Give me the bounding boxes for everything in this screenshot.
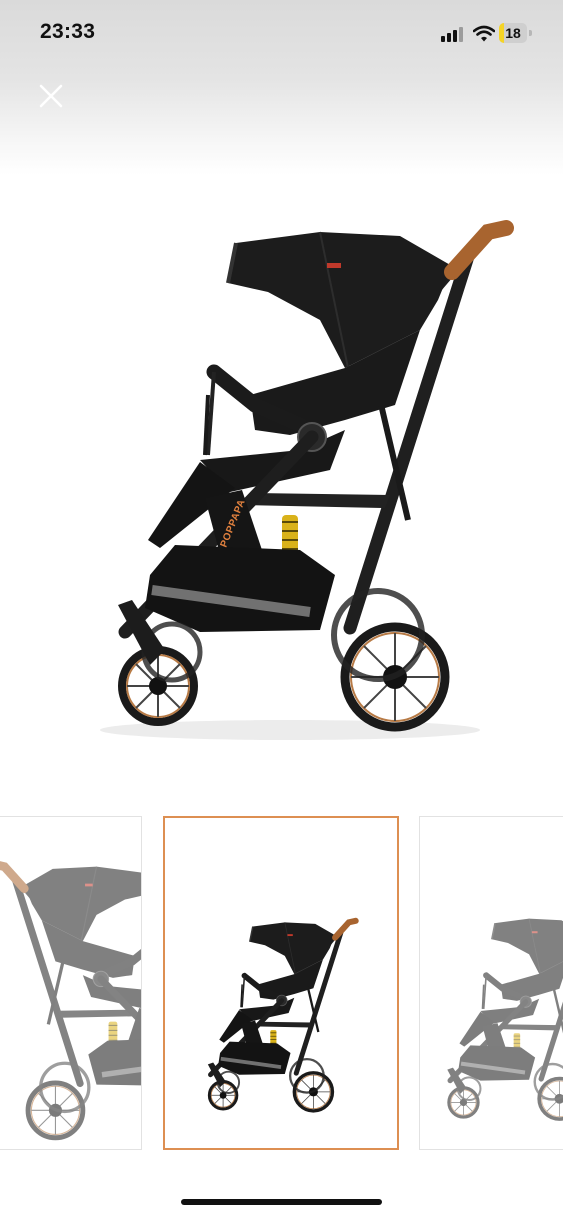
stroller-image: POPPAPA — [100, 170, 563, 740]
status-icons: 18 — [441, 21, 541, 45]
status-time: 23:33 — [40, 20, 96, 43]
thumbnail-strip — [0, 816, 563, 1152]
cellular-signal-icon — [441, 27, 463, 42]
status-bar: 23:33 18 — [0, 0, 563, 66]
wifi-icon — [473, 25, 495, 42]
home-indicator[interactable] — [181, 1199, 382, 1205]
thumbnail-1-image — [0, 817, 142, 1150]
main-product-image[interactable]: POPPAPA — [0, 170, 563, 800]
thumbnail-2-image — [165, 818, 397, 1148]
close-icon — [39, 84, 63, 108]
thumbnail-1[interactable] — [0, 816, 142, 1150]
thumbnail-3[interactable] — [419, 816, 563, 1150]
battery-cap — [529, 30, 532, 36]
battery-level: 18 — [505, 25, 521, 41]
thumbnail-2[interactable] — [163, 816, 399, 1150]
thumbnail-3-image — [440, 817, 563, 1150]
close-button[interactable] — [34, 79, 68, 113]
battery-icon: 18 — [499, 23, 527, 43]
